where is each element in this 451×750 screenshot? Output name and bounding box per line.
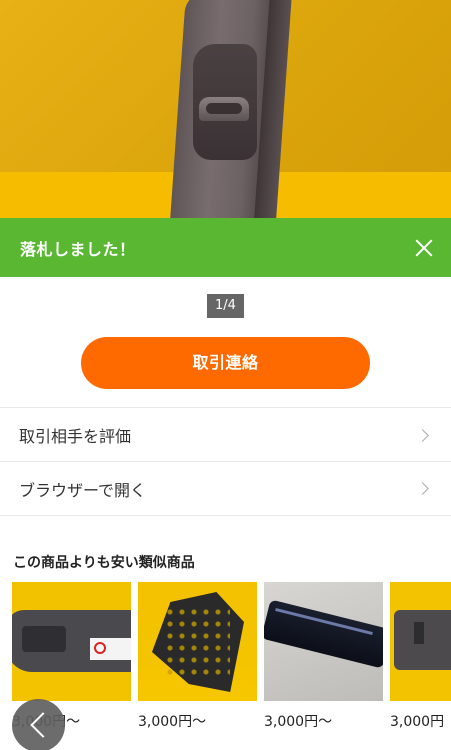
similar-items-carousel[interactable]: 3,000円〜 3,000円〜 3,000円〜 3,000円: [0, 582, 451, 750]
chevron-right-icon: [416, 428, 429, 442]
menu-item-rate-partner[interactable]: 取引相手を評価: [0, 407, 451, 462]
product-thumbnail[interactable]: [390, 582, 451, 701]
product-card[interactable]: 3,000円〜: [264, 582, 383, 731]
close-icon[interactable]: [411, 235, 437, 261]
similar-items-title: この商品よりも安い類似商品: [13, 555, 195, 571]
product-photo[interactable]: [0, 0, 451, 218]
product-thumbnail[interactable]: [264, 582, 383, 701]
product-thumbnail[interactable]: [12, 582, 131, 701]
product-price: 3,000円〜: [264, 714, 333, 730]
product-price: 3,000円: [390, 714, 445, 730]
menu-item-label: ブラウザーで開く: [19, 480, 147, 500]
menu-item-open-browser[interactable]: ブラウザーで開く: [0, 461, 451, 516]
product-card[interactable]: 3,000円〜: [138, 582, 257, 731]
image-page-indicator: 1/4: [207, 294, 244, 318]
success-banner: 落札しました！: [0, 218, 451, 277]
product-price: 3,000円〜: [138, 714, 207, 730]
product-thumbnail[interactable]: [138, 582, 257, 701]
banner-text: 落札しました！: [20, 239, 136, 259]
chevron-right-icon: [416, 482, 429, 495]
contact-transaction-button[interactable]: 取引連絡: [81, 337, 370, 389]
menu-item-label: 取引相手を評価: [19, 427, 132, 446]
product-card[interactable]: 3,000円: [390, 582, 451, 731]
back-icon[interactable]: [12, 699, 65, 750]
